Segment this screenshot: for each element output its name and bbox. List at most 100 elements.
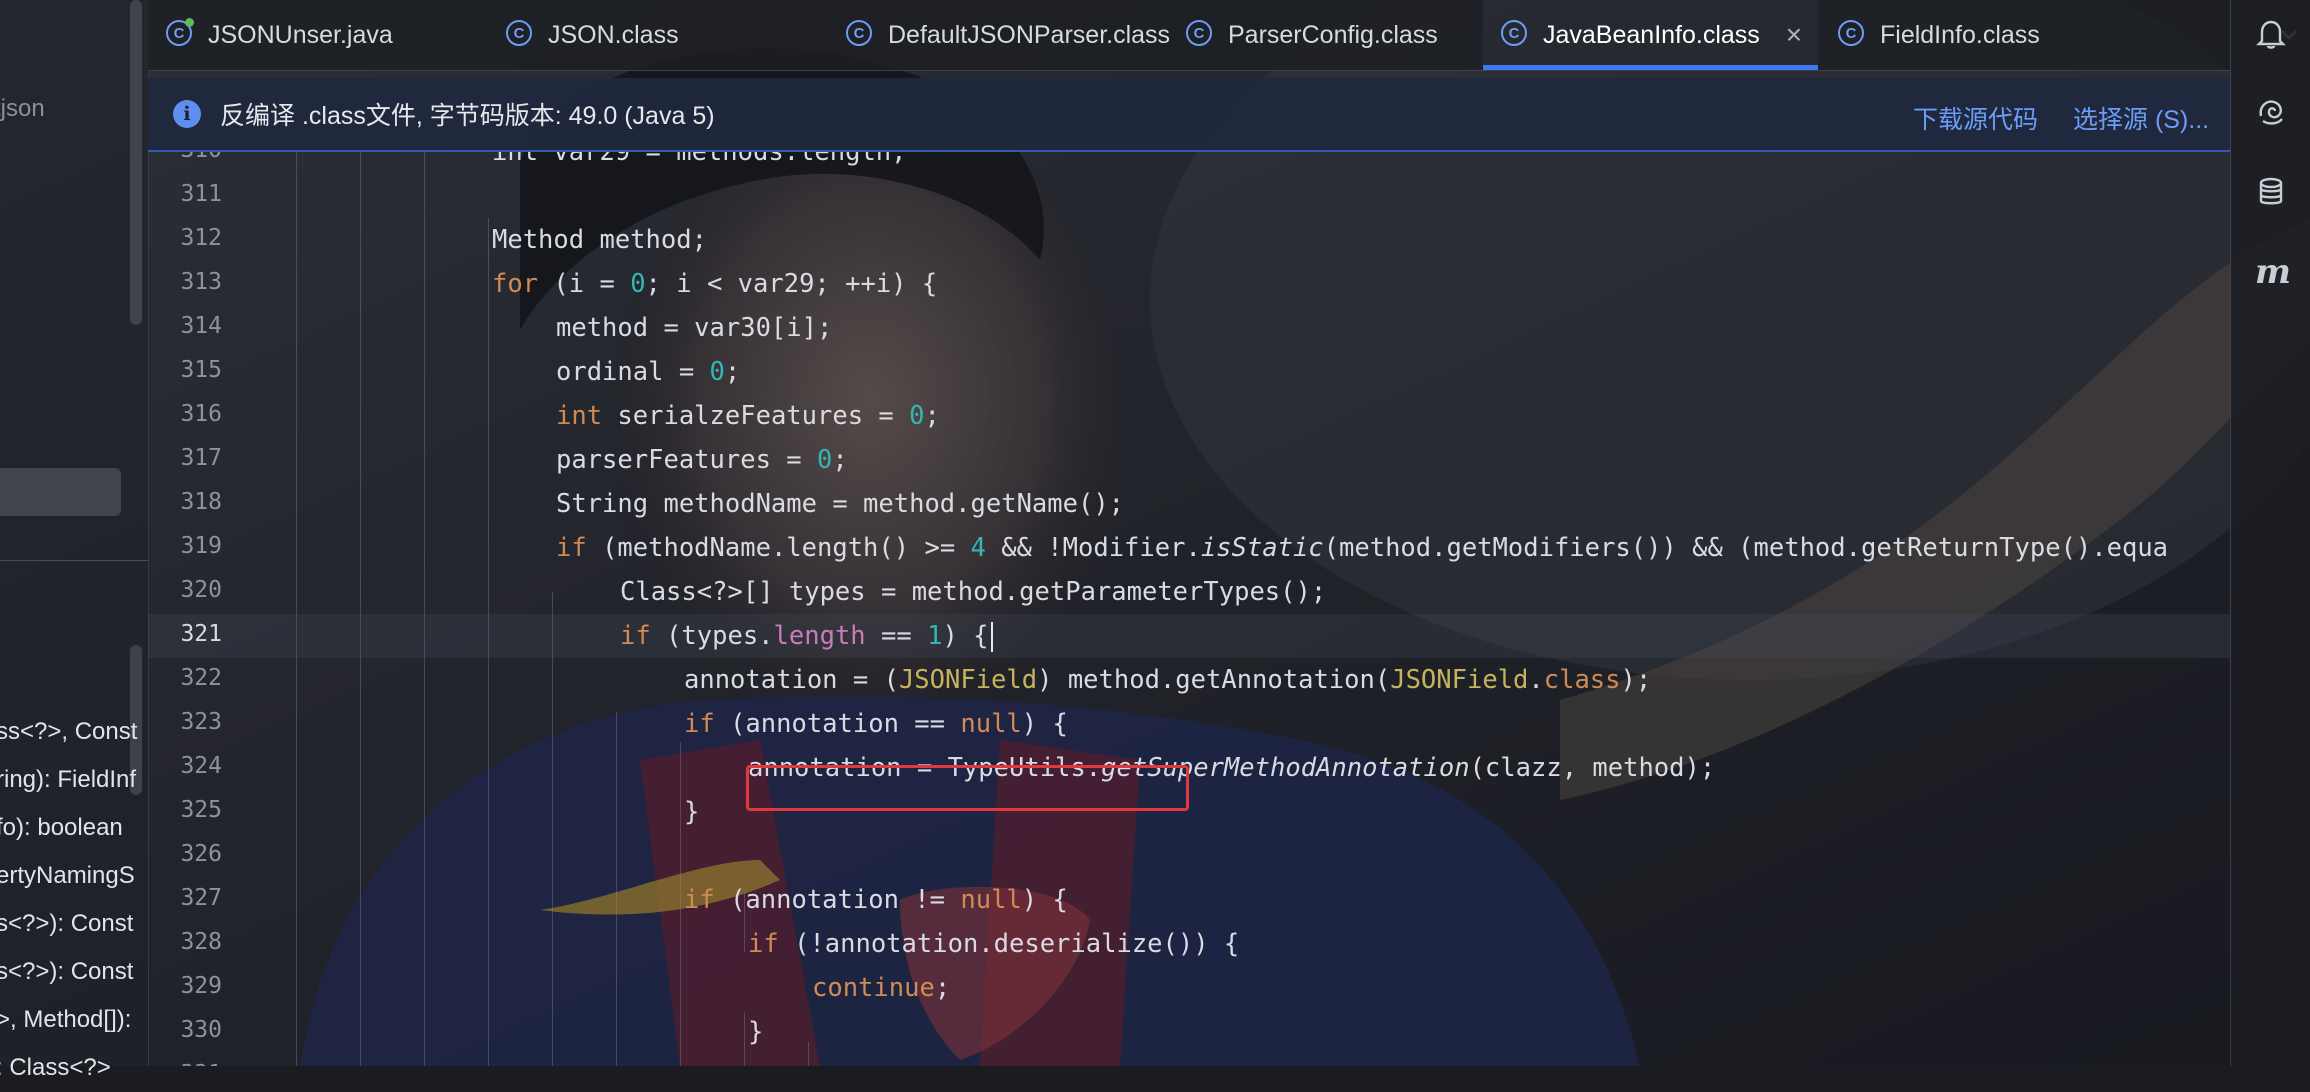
code-line[interactable]: 318 String methodName = method.getName()… <box>148 482 2230 526</box>
code-line[interactable]: 323 if (annotation == null) { <box>148 702 2230 746</box>
line-number: 310 <box>148 152 222 163</box>
line-number: 331 <box>148 1061 222 1066</box>
info-icon: i <box>173 100 201 128</box>
tab-label: JSONUnser.java <box>208 20 393 49</box>
tab-fieldinfo-class[interactable]: C FieldInfo.class <box>1820 0 2150 70</box>
code-line[interactable]: 313 for (i = 0; i < var29; ++i) { <box>148 262 2230 306</box>
code-text: continue; <box>812 973 951 1003</box>
code-text: Class<?>[] types = method.getParameterTy… <box>620 577 1327 607</box>
line-number: 329 <box>180 973 222 999</box>
line-number: 321 <box>180 621 222 647</box>
code-text: if (!annotation.deserialize()) { <box>748 929 1240 959</box>
code-line[interactable]: 314 method = var30[i]; <box>148 306 2230 350</box>
java-class-icon: C <box>166 18 194 46</box>
code-line[interactable]: 326 <box>148 834 2230 878</box>
panel-divider[interactable] <box>0 560 148 561</box>
code-line[interactable]: 328 if (!annotation.deserialize()) { <box>148 922 2230 966</box>
class-icon: C <box>506 20 532 46</box>
code-line[interactable]: 311 <box>148 174 2230 218</box>
banner-message: 反编译 .class文件, 字节码版本: 49.0 (Java 5) <box>220 102 715 130</box>
line-number: 325 <box>180 797 222 823</box>
line-number: 326 <box>180 841 222 867</box>
editor-tab-bar: C JSONUnser.java C JSON.class C DefaultJ… <box>148 0 2297 71</box>
svg-text:m: m <box>2255 254 2291 290</box>
code-text: int serialzeFeatures = 0; <box>556 401 940 431</box>
code-line[interactable]: 319 if (methodName.length() >= 4 && !Mod… <box>148 526 2230 570</box>
tab-jsonunser-java[interactable]: C JSONUnser.java <box>148 0 488 70</box>
code-text: if (methodName.length() >= 4 && !Modifie… <box>556 533 2169 563</box>
database-icon[interactable] <box>2251 172 2291 212</box>
code-text: ordinal = 0; <box>556 357 741 387</box>
line-number: 315 <box>180 357 222 383</box>
line-number: 322 <box>180 665 222 691</box>
line-number: 316 <box>180 401 222 427</box>
code-line[interactable]: 310 int var29 = methods.length; <box>148 152 2230 174</box>
code-line[interactable]: 316 int serialzeFeatures = 0; <box>148 394 2230 438</box>
structure-item[interactable]: s<?>): Const <box>0 948 148 996</box>
maven-m-icon[interactable]: m <box>2251 252 2291 292</box>
line-number: 324 <box>180 753 222 779</box>
code-line[interactable]: 312 Method method; <box>148 218 2230 262</box>
choose-sources-link[interactable]: 选择源 (S)... <box>2073 100 2209 136</box>
class-icon: C <box>1501 20 1527 46</box>
line-number: 328 <box>180 929 222 955</box>
class-icon: C <box>1838 20 1864 46</box>
project-panel-scrollbar[interactable] <box>130 0 142 325</box>
code-text: for (i = 0; i < var29; ++i) { <box>492 269 938 299</box>
tab-parserconfig-class[interactable]: C ParserConfig.class <box>1168 0 1498 70</box>
notifications-bell-icon[interactable] <box>2251 14 2291 54</box>
structure-item[interactable]: >, Method[]): <box>0 996 148 1044</box>
download-sources-link[interactable]: 下载源代码 <box>1913 100 2038 136</box>
code-text: if (types.length == 1) { <box>620 621 993 652</box>
line-number: 311 <box>180 181 222 207</box>
line-number: 330 <box>180 1017 222 1043</box>
structure-item[interactable]: ss<?>, Const <box>0 708 148 756</box>
line-number: 323 <box>180 709 222 735</box>
structure-panel: tjson ss<?>, Const ring): FieldInf fo): … <box>0 0 149 1081</box>
text-cursor <box>990 622 993 652</box>
right-tool-strip: m <box>2230 0 2310 1066</box>
decompiled-class-banner: i 反编译 .class文件, 字节码版本: 49.0 (Java 5) 下载源… <box>148 78 2230 152</box>
class-icon: C <box>846 20 872 46</box>
close-tab-icon[interactable]: × <box>1786 21 1802 49</box>
code-line-current[interactable]: 321 if (types.length == 1) { <box>148 614 2230 658</box>
line-number: 320 <box>180 577 222 603</box>
code-line[interactable]: 315 ordinal = 0; <box>148 350 2230 394</box>
tab-javabeaninfo-class[interactable]: C JavaBeanInfo.class × <box>1483 0 1818 70</box>
code-editor[interactable]: 310 int var29 = methods.length; 311 312 … <box>148 152 2230 1066</box>
tab-label: JSON.class <box>548 20 679 49</box>
structure-item[interactable]: : Class<?> <box>0 1044 148 1092</box>
code-line[interactable]: 331 <box>148 1054 2230 1066</box>
tab-label: FieldInfo.class <box>1880 20 2040 49</box>
line-number: 312 <box>180 225 222 251</box>
code-text: annotation = (JSONField) method.getAnnot… <box>684 665 1652 695</box>
code-line[interactable]: 327 if (annotation != null) { <box>148 878 2230 922</box>
tab-json-class[interactable]: C JSON.class <box>488 0 833 70</box>
structure-item[interactable]: ring): FieldInf <box>0 756 148 804</box>
line-number: 313 <box>180 269 222 295</box>
code-line[interactable]: 325 } <box>148 790 2230 834</box>
structure-item[interactable]: fo): boolean <box>0 804 148 852</box>
tab-defaultjsonparser-class[interactable]: C DefaultJSONParser.class <box>828 0 1178 70</box>
code-line[interactable]: 330 } <box>148 1010 2230 1054</box>
code-line[interactable]: 324 annotation = TypeUtils.getSuperMetho… <box>148 746 2230 790</box>
project-selected-row[interactable] <box>0 468 121 516</box>
structure-item[interactable]: s<?>): Const <box>0 900 148 948</box>
code-line[interactable]: 320 Class<?>[] types = method.getParamet… <box>148 570 2230 614</box>
code-text: if (annotation == null) { <box>684 709 1068 739</box>
code-text: } <box>748 1017 764 1047</box>
structure-item[interactable]: ertyNamingS <box>0 852 148 900</box>
code-text: parserFeatures = 0; <box>556 445 848 475</box>
ai-assistant-swirl-icon[interactable] <box>2251 92 2291 132</box>
code-line[interactable]: 329 continue; <box>148 966 2230 1010</box>
code-line[interactable]: 322 annotation = (JSONField) method.getA… <box>148 658 2230 702</box>
tab-label: JavaBeanInfo.class <box>1543 20 1760 49</box>
line-number: 317 <box>180 445 222 471</box>
line-number: 327 <box>180 885 222 911</box>
line-number: 318 <box>180 489 222 515</box>
tab-label: ParserConfig.class <box>1228 20 1438 49</box>
structure-list: ss<?>, Const ring): FieldInf fo): boolea… <box>0 708 148 1092</box>
project-name[interactable]: tjson <box>0 95 45 123</box>
code-line[interactable]: 317 parserFeatures = 0; <box>148 438 2230 482</box>
code-text: Method method; <box>492 225 707 255</box>
